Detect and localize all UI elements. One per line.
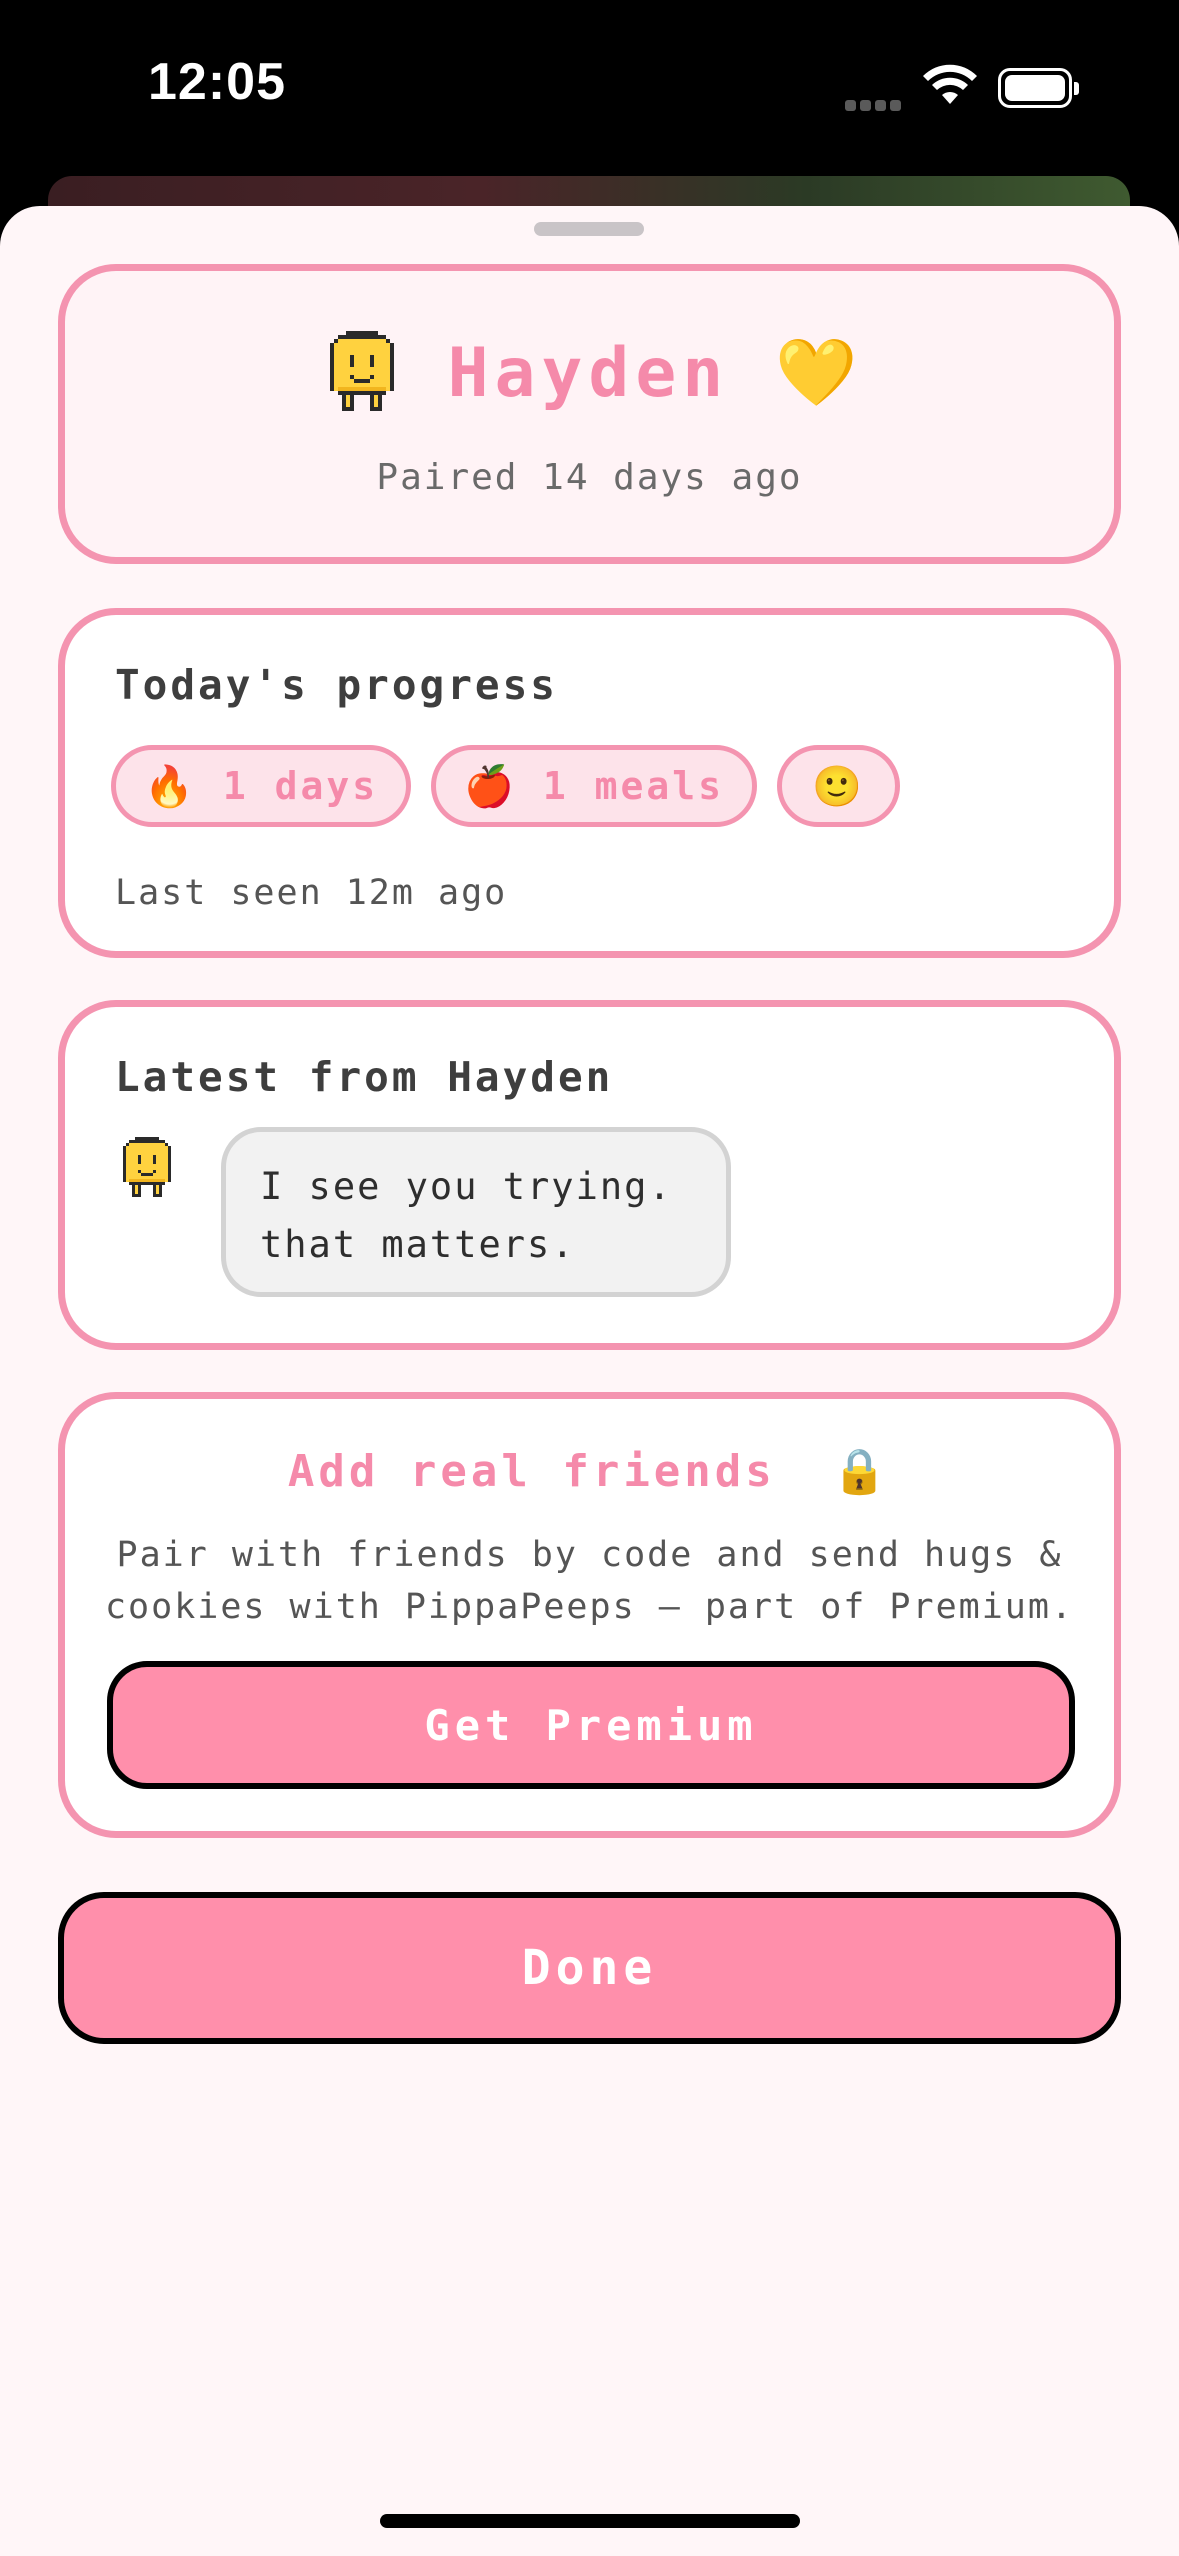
streak-chip: 🔥 1 days (111, 745, 412, 827)
cellular-signal-icon (845, 96, 905, 115)
heart-icon: 💛 (775, 334, 858, 411)
add-friends-title: Add real friends 🔒 (65, 1445, 1114, 1497)
paired-duration: Paired 14 days ago (376, 457, 803, 498)
fire-icon: 🔥 (144, 763, 197, 810)
partner-sheet: Hayden 💛 Paired 14 days ago Today's prog… (0, 206, 1179, 2556)
message-line: that matters. (260, 1223, 576, 1266)
get-premium-button[interactable]: Get Premium (107, 1661, 1075, 1789)
partner-header-card: Hayden 💛 Paired 14 days ago (58, 264, 1121, 564)
meals-label: 1 meals (542, 764, 725, 808)
smiley-pixel-icon (329, 331, 394, 411)
progress-title: Today's progress (115, 661, 558, 709)
add-friends-title-text: Add real friends (287, 1446, 776, 1497)
status-time: 12:05 (148, 53, 286, 111)
smiley-pixel-icon (123, 1137, 171, 1197)
done-button[interactable]: Done (58, 1892, 1121, 2044)
wifi-icon (923, 64, 977, 104)
smiley-face-icon: 🙂 (812, 763, 865, 810)
meals-chip: 🍎 1 meals (431, 745, 758, 827)
last-seen: Last seen 12m ago (115, 873, 508, 913)
description-line: Pair with friends by code and send hugs … (116, 1535, 1063, 1575)
todays-progress-card: Today's progress 🔥 1 days 🍎 1 meals 🙂 La… (58, 608, 1121, 958)
add-friends-description: Pair with friends by code and send hugs … (95, 1529, 1084, 1633)
latest-title: Latest from Hayden (115, 1053, 614, 1101)
message-line: I see you trying. (260, 1165, 673, 1208)
latest-message-card: Latest from Hayden I see you trying. tha… (58, 1000, 1121, 1350)
lock-icon: 🔒 (832, 1446, 892, 1497)
apple-icon: 🍎 (464, 763, 517, 810)
home-indicator (380, 2514, 800, 2528)
add-friends-card: Add real friends 🔒 Pair with friends by … (58, 1392, 1121, 1838)
message-bubble: I see you trying. that matters. (221, 1127, 731, 1297)
battery-icon (998, 68, 1079, 108)
status-bar: 12:05 (0, 0, 1179, 180)
sheet-grabber[interactable] (534, 222, 644, 236)
progress-chips: 🔥 1 days 🍎 1 meals 🙂 (111, 745, 900, 827)
mood-chip: 🙂 (777, 745, 900, 827)
partner-name: Hayden (447, 333, 730, 413)
description-line: cookies with PippaPeeps — part of Premiu… (104, 1587, 1074, 1627)
streak-label: 1 days (222, 764, 379, 808)
